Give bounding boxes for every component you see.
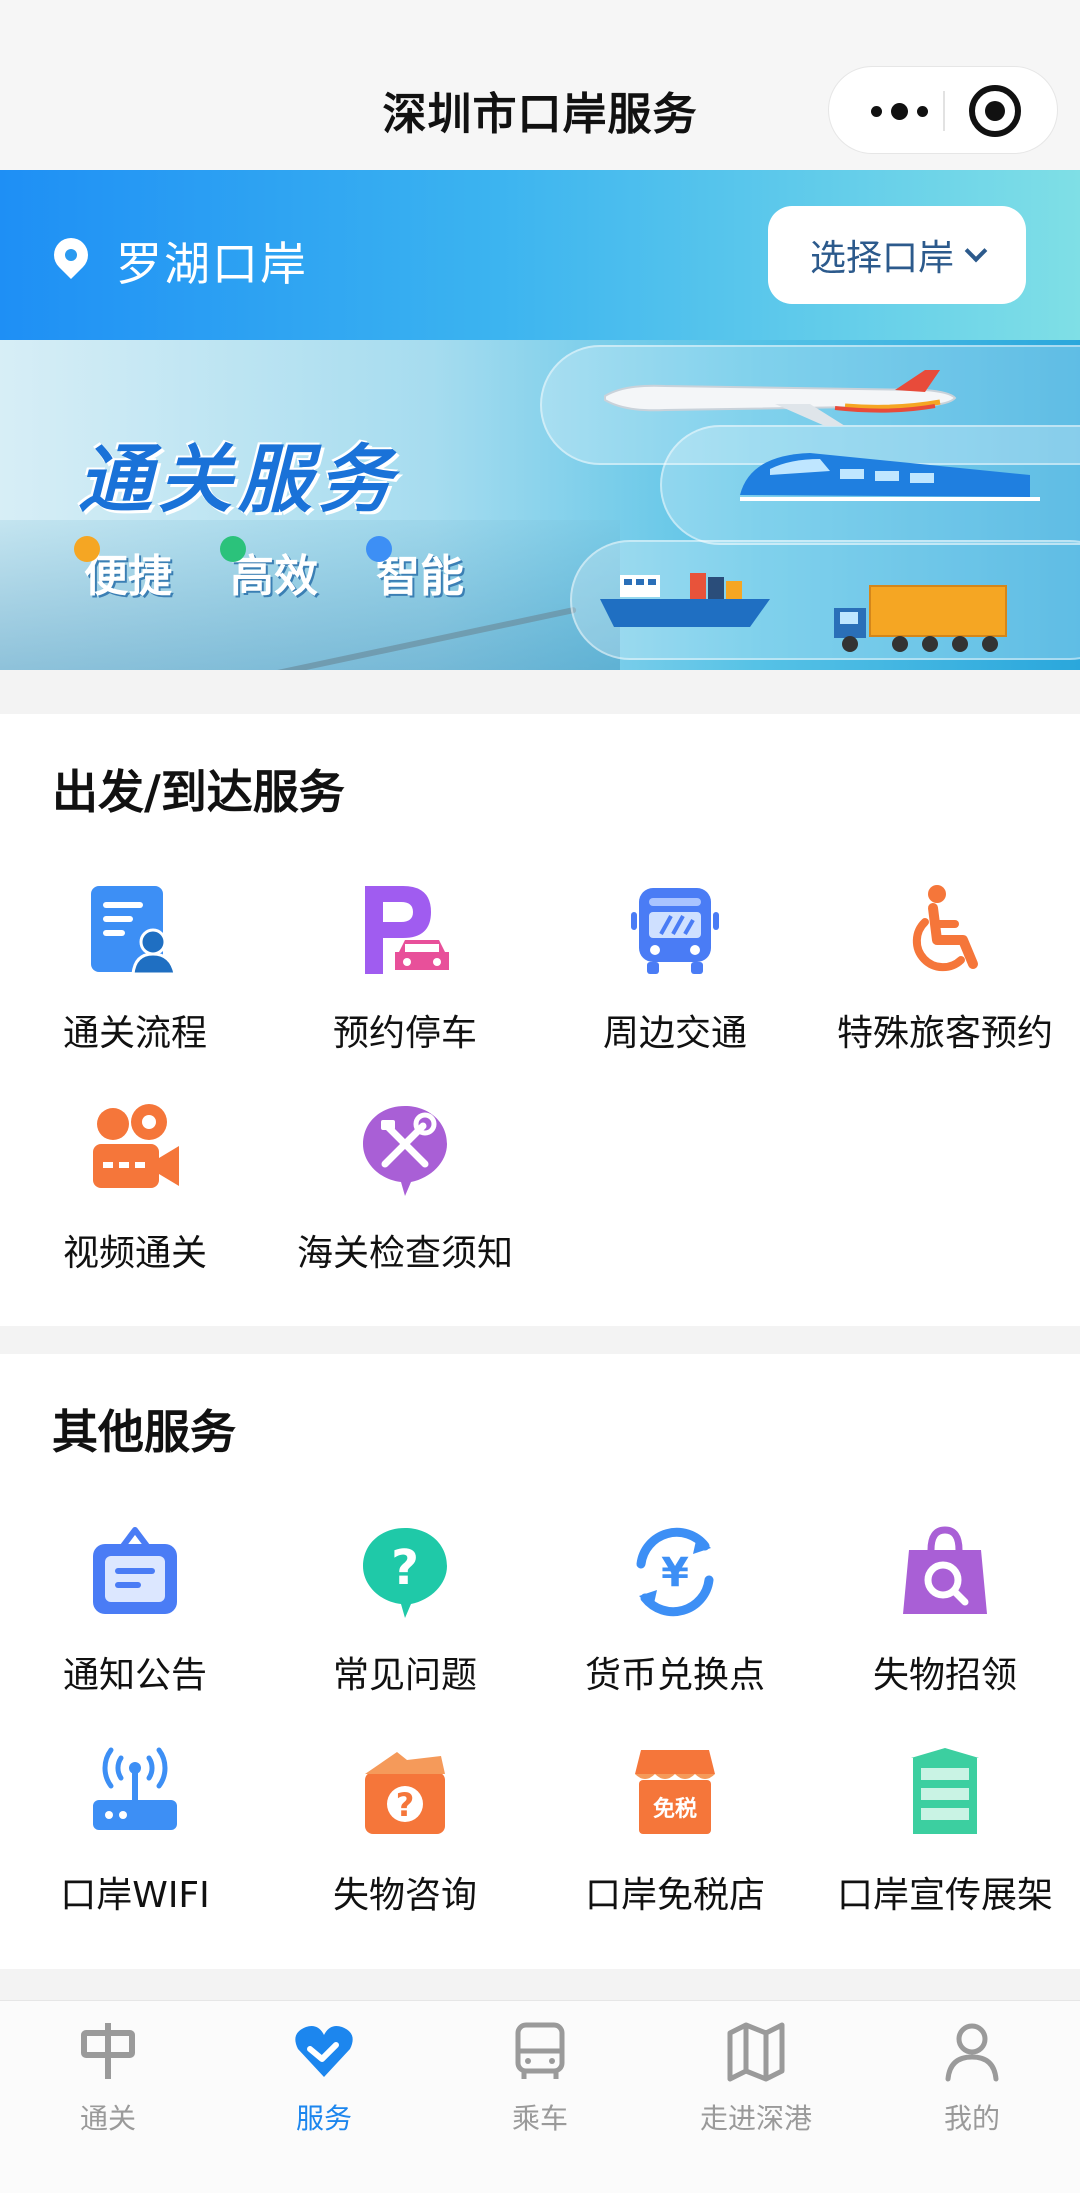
tab-mine[interactable]: 我的 bbox=[864, 2019, 1080, 2137]
tab-label: 我的 bbox=[943, 2102, 1000, 2135]
banner-tag: 智能 bbox=[366, 536, 464, 604]
service-label: 口岸宣传展架 bbox=[836, 1875, 1053, 1916]
service-currency-exchange[interactable]: ¥ 货币兑换点 bbox=[540, 1524, 810, 1698]
tab-label: 走进深港 bbox=[699, 2102, 812, 2135]
display-shelf-icon bbox=[911, 1748, 979, 1834]
current-port-name: 罗湖口岸 bbox=[116, 237, 308, 291]
banner-tag: 高效 bbox=[220, 536, 318, 604]
svg-text:?: ? bbox=[391, 1540, 419, 1596]
duty-free-badge: 免税 bbox=[653, 1796, 697, 1822]
tab-customs[interactable]: 通关 bbox=[0, 2019, 216, 2137]
select-port-label: 选择口岸 bbox=[809, 238, 954, 279]
location-pin-icon bbox=[46, 230, 96, 280]
service-video-clearance[interactable]: 视频通关 bbox=[0, 1102, 270, 1276]
notice-board-icon bbox=[93, 1527, 177, 1614]
wheelchair-icon bbox=[912, 885, 978, 972]
map-icon bbox=[727, 2022, 785, 2082]
close-mini-program-icon[interactable] bbox=[969, 85, 1021, 137]
other-services-section: 其他服务 通知公告 ? 常见问题 ¥ 货币兑换点 失物招领 口岸WIFI ? 失… bbox=[0, 1354, 1080, 1969]
video-camera-icon bbox=[93, 1104, 179, 1188]
service-label: 海关检查须知 bbox=[296, 1233, 513, 1274]
service-display-shelf[interactable]: 口岸宣传展架 bbox=[810, 1744, 1080, 1918]
service-label: 通关流程 bbox=[62, 1013, 207, 1054]
bullet-train-icon bbox=[740, 453, 1040, 501]
tab-services[interactable]: 服务 bbox=[216, 2019, 432, 2137]
service-notices[interactable]: 通知公告 bbox=[0, 1524, 270, 1698]
banner-tags: 便捷 高效 智能 bbox=[74, 536, 464, 604]
banner-headline: 通关服务 bbox=[78, 437, 398, 523]
airplane-icon bbox=[604, 370, 957, 426]
service-label: 失物咨询 bbox=[332, 1875, 477, 1916]
duty-free-shop-icon: 免税 bbox=[635, 1750, 715, 1834]
question-box-icon: ? bbox=[365, 1752, 445, 1834]
svg-text:?: ? bbox=[396, 1786, 415, 1824]
service-clearance-process[interactable]: 通关流程 bbox=[0, 882, 270, 1056]
chevron-down-icon bbox=[964, 239, 988, 263]
service-customs-inspection[interactable]: 海关检查须知 bbox=[270, 1102, 540, 1276]
title-bar: 深圳市口岸服务 bbox=[0, 0, 1080, 170]
parking-icon bbox=[365, 886, 449, 974]
capsule-divider bbox=[943, 91, 945, 131]
section-title: 出发/到达服务 bbox=[52, 765, 345, 819]
service-label: 失物招领 bbox=[872, 1655, 1017, 1696]
tab-label: 通关 bbox=[79, 2102, 136, 2135]
service-duty-free-shop[interactable]: 免税 口岸免税店 bbox=[540, 1744, 810, 1918]
service-nearby-transport[interactable]: 周边交通 bbox=[540, 882, 810, 1056]
lost-bag-search-icon bbox=[903, 1526, 987, 1614]
wifi-router-icon bbox=[93, 1747, 177, 1830]
tab-label: 服务 bbox=[295, 2102, 352, 2135]
service-special-passenger[interactable]: 特殊旅客预约 bbox=[810, 882, 1080, 1056]
tools-icon bbox=[363, 1106, 447, 1196]
promo-banner[interactable]: 通关服务 便捷 高效 智能 bbox=[0, 340, 1080, 670]
service-parking-reservation[interactable]: 预约停车 bbox=[270, 882, 540, 1056]
location-bar: 罗湖口岸 选择口岸 bbox=[0, 170, 1080, 340]
user-icon bbox=[945, 2023, 999, 2082]
service-label: 通知公告 bbox=[62, 1655, 207, 1696]
service-label: 货币兑换点 bbox=[584, 1655, 765, 1696]
service-label: 视频通关 bbox=[62, 1233, 207, 1274]
svg-text:¥: ¥ bbox=[661, 1550, 689, 1596]
service-lost-and-found[interactable]: 失物招领 bbox=[810, 1524, 1080, 1698]
tab-explore-shenzhen-hk[interactable]: 走进深港 bbox=[648, 2019, 864, 2137]
section-title: 其他服务 bbox=[52, 1405, 236, 1459]
question-bubble-icon: ? bbox=[363, 1528, 447, 1618]
mini-program-capsule bbox=[828, 66, 1058, 154]
departure-arrival-section: 出发/到达服务 通关流程 预约停车 周边交通 特殊旅客预约 视频通关 海关检查须… bbox=[0, 714, 1080, 1326]
banner-tag: 便捷 bbox=[74, 536, 172, 604]
bus-icon bbox=[631, 888, 719, 974]
service-label: 预约停车 bbox=[332, 1013, 477, 1054]
tab-ride[interactable]: 乘车 bbox=[432, 2019, 648, 2137]
service-label: 周边交通 bbox=[602, 1013, 747, 1054]
bus-icon bbox=[515, 2022, 565, 2079]
service-label: 常见问题 bbox=[332, 1655, 477, 1696]
customs-icon bbox=[81, 2023, 135, 2079]
service-heart-icon bbox=[295, 2026, 353, 2077]
service-faq[interactable]: ? 常见问题 bbox=[270, 1524, 540, 1698]
select-port-button[interactable]: 选择口岸 bbox=[768, 206, 1026, 304]
bottom-tab-bar: 通关 服务 乘车 走进深港 我的 bbox=[0, 2000, 1080, 2193]
cargo-ship-icon bbox=[600, 573, 770, 627]
currency-exchange-icon: ¥ bbox=[636, 1527, 714, 1617]
tab-label: 乘车 bbox=[511, 2102, 568, 2135]
more-options-icon[interactable] bbox=[857, 67, 941, 155]
service-label: 口岸WIFI bbox=[60, 1875, 210, 1916]
document-person-icon bbox=[91, 886, 177, 976]
truck-icon bbox=[834, 585, 1007, 652]
service-lost-inquiry[interactable]: ? 失物咨询 bbox=[270, 1744, 540, 1918]
service-port-wifi[interactable]: 口岸WIFI bbox=[0, 1744, 270, 1918]
service-label: 口岸免税店 bbox=[584, 1875, 765, 1916]
service-label: 特殊旅客预约 bbox=[836, 1013, 1053, 1054]
